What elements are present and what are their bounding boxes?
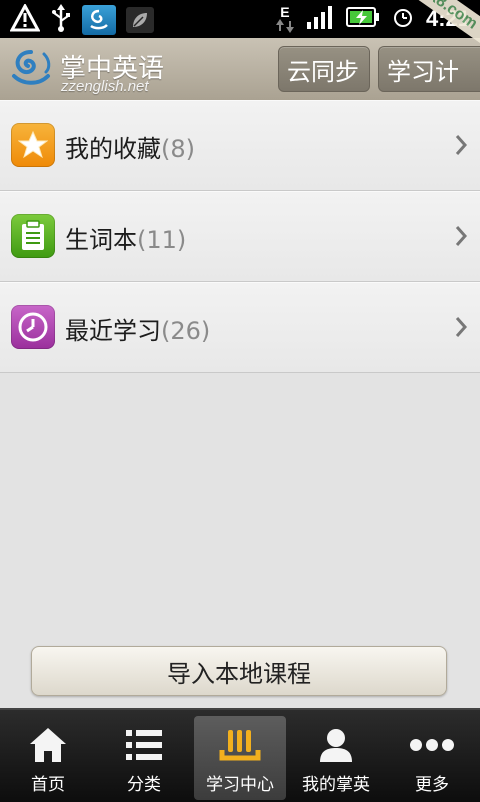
bottom-tab-bar: 首页 分类 学习中心 我的掌英 更多	[0, 708, 480, 802]
list-item-label: 我的收藏(8)	[65, 129, 195, 164]
list-item-favorites[interactable]: 我的收藏(8)	[0, 100, 480, 191]
network-indicator: E	[275, 4, 294, 33]
item-title: 生词本	[65, 226, 137, 254]
user-icon	[317, 724, 355, 766]
tab-label: 首页	[31, 775, 65, 795]
item-count: (11)	[137, 226, 187, 254]
study-center-icon	[219, 724, 261, 766]
clock-icon	[11, 305, 55, 349]
list-item-vocabulary[interactable]: 生词本(11)	[0, 191, 480, 282]
brand-subtitle: zzenglish.net	[61, 78, 149, 95]
tab-categories[interactable]: 分类	[98, 716, 190, 800]
tab-label: 我的掌英	[302, 775, 370, 795]
app-notification-icon	[82, 5, 116, 35]
signal-icon	[306, 4, 334, 34]
tab-study-center[interactable]: 学习中心	[194, 716, 286, 800]
star-icon	[11, 123, 55, 167]
leaf-icon	[126, 7, 154, 33]
warning-icon	[9, 2, 41, 36]
battery-charging-icon	[345, 6, 380, 32]
list-item-recent[interactable]: 最近学习(26)	[0, 282, 480, 373]
chevron-right-icon	[455, 317, 468, 337]
alarm-icon	[392, 6, 414, 32]
tab-label: 分类	[127, 775, 161, 795]
cloud-sync-button[interactable]: 云同步	[278, 46, 370, 92]
tab-label: 学习中心	[206, 775, 274, 795]
item-title: 最近学习	[65, 317, 161, 345]
chevron-right-icon	[455, 135, 468, 155]
tab-my-account[interactable]: 我的掌英	[290, 716, 382, 800]
item-count: (8)	[161, 135, 195, 163]
study-list: 我的收藏(8) 生词本(11) 最近学习(26)	[0, 100, 480, 373]
chevron-right-icon	[455, 226, 468, 246]
app-logo-icon	[12, 50, 51, 85]
import-local-course-button[interactable]: 导入本地课程	[31, 646, 447, 696]
item-count: (26)	[161, 317, 211, 345]
list-item-label: 生词本(11)	[65, 220, 186, 255]
home-icon	[28, 724, 68, 766]
tab-home[interactable]: 首页	[2, 716, 94, 800]
status-notifications	[9, 2, 154, 36]
status-bar: E 4:21 apk8.com	[0, 0, 480, 55]
tab-label: 更多	[415, 775, 449, 795]
network-type-label: E	[280, 4, 290, 20]
more-icon	[408, 724, 456, 766]
app-header: 掌中英语 zzenglish.net 云同步 学习计	[0, 38, 480, 101]
notepad-icon	[11, 214, 55, 258]
data-arrows-icon	[275, 19, 294, 33]
usb-icon	[50, 4, 72, 36]
item-title: 我的收藏	[65, 135, 161, 163]
study-plan-button[interactable]: 学习计	[378, 46, 480, 92]
list-icon	[124, 724, 164, 766]
tab-more[interactable]: 更多	[386, 716, 478, 800]
list-item-label: 最近学习(26)	[65, 311, 210, 346]
